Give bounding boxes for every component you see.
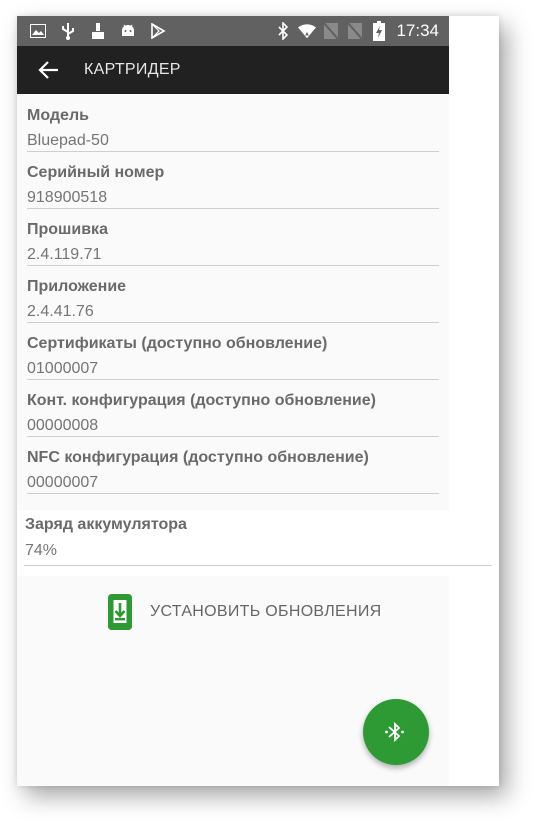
image-icon	[29, 22, 47, 40]
usb-icon	[59, 22, 77, 40]
status-bar: 17:34	[17, 16, 449, 46]
no-sim-icon	[346, 22, 364, 40]
bluetooth-searching-icon	[385, 721, 404, 743]
info-item-certificates: Сертификаты (доступно обновление) 010000…	[27, 322, 439, 380]
info-item-contact-config: Конт. конфигурация (доступно обновление)…	[27, 379, 439, 437]
info-value: 2.4.119.71	[27, 246, 102, 263]
info-label: Серийный номер	[27, 164, 165, 181]
install-updates-button[interactable]: УСТАНОВИТЬ ОБНОВЛЕНИЯ	[108, 594, 382, 630]
info-value: 00000008	[27, 417, 99, 434]
battery-item: Заряд аккумулятора 74%	[17, 510, 493, 566]
info-value: 918900518	[27, 189, 108, 206]
info-item-nfc-config: NFC конфигурация (доступно обновление) 0…	[27, 436, 439, 494]
page-title: КАРТРИДЕР	[84, 61, 181, 78]
battery-label: Заряд аккумулятора	[25, 516, 187, 533]
install-updates-label: УСТАНОВИТЬ ОБНОВЛЕНИЯ	[150, 603, 382, 620]
info-label: Приложение	[27, 278, 127, 295]
no-sim-icon	[322, 22, 340, 40]
arrow-left-icon	[38, 61, 58, 79]
phone-download-icon	[108, 594, 132, 630]
battery-charging-icon	[370, 21, 388, 41]
info-label: Сертификаты (доступно обновление)	[27, 335, 328, 352]
info-label: Конт. конфигурация (доступно обновление)	[27, 392, 376, 409]
bluetooth-search-fab[interactable]	[363, 699, 429, 765]
info-value: Bluepad-50	[27, 132, 109, 149]
info-value: 00000007	[27, 474, 99, 491]
info-label: Модель	[27, 107, 89, 124]
info-item-model: Модель Bluepad-50	[27, 94, 439, 152]
info-item-serial: Серийный номер 918900518	[27, 151, 439, 209]
app-bar: КАРТРИДЕР	[17, 46, 449, 94]
play-store-icon	[149, 22, 167, 40]
wifi-icon	[298, 22, 317, 40]
section-gap	[17, 566, 449, 576]
info-item-firmware: Прошивка 2.4.119.71	[27, 208, 439, 266]
cleaning-icon	[89, 22, 107, 40]
android-icon	[119, 22, 137, 40]
clock: 17:34	[396, 21, 439, 40]
info-label: Прошивка	[27, 221, 108, 238]
phone-screen: 17:34 КАРТРИДЕР Модель Bluepad-50 Серийн…	[17, 16, 449, 786]
info-value: 01000007	[27, 360, 99, 377]
info-value: 2.4.41.76	[27, 303, 94, 320]
battery-value: 74%	[25, 542, 58, 559]
info-label: NFC конфигурация (доступно обновление)	[27, 449, 369, 466]
back-button[interactable]	[37, 58, 63, 82]
bluetooth-icon	[274, 22, 292, 40]
info-item-application: Приложение 2.4.41.76	[27, 265, 439, 323]
